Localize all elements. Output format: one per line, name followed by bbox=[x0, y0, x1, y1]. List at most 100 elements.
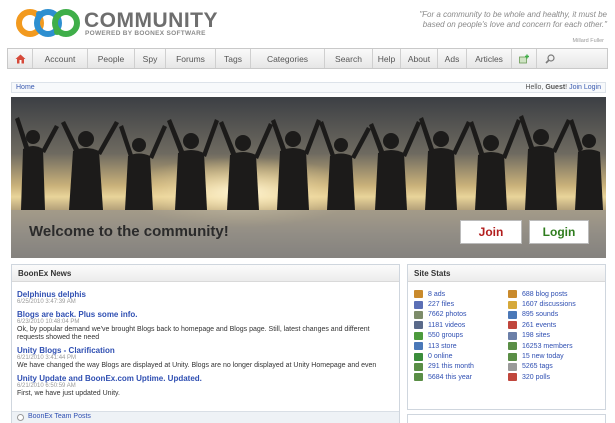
news-date: 6/25/2010 3:47:39 AM bbox=[17, 299, 76, 305]
stat-item[interactable]: 8 ads bbox=[414, 289, 474, 299]
news-title-link[interactable]: Blogs are back. Plus some info. bbox=[17, 310, 395, 319]
stat-label[interactable]: 16253 members bbox=[522, 343, 573, 350]
stat-item[interactable]: 1607 discussions bbox=[508, 299, 576, 309]
news-snippet: Ok, by popular demand we've brought Blog… bbox=[17, 326, 370, 341]
news-title-link[interactable]: Unity Update and BoonEx.com Uptime. Upda… bbox=[17, 374, 395, 383]
stat-label[interactable]: 5684 this year bbox=[428, 374, 472, 381]
stat-label[interactable]: 0 online bbox=[428, 353, 453, 360]
main-nav: Account People Spy Forums Tags Categorie… bbox=[7, 48, 608, 69]
stats-right-column: 688 blog posts 1607 discussions 895 sounds… bbox=[508, 289, 576, 383]
members-icon bbox=[508, 342, 517, 351]
stat-label[interactable]: 7662 photos bbox=[428, 311, 467, 318]
nav-tags[interactable]: Tags bbox=[216, 49, 251, 68]
nav-add[interactable] bbox=[512, 49, 537, 68]
greeting-text: Hello, bbox=[525, 84, 546, 91]
quote-author: Millard Fuller bbox=[572, 38, 604, 44]
stat-item[interactable]: 227 files bbox=[414, 299, 474, 309]
blog-icon bbox=[508, 290, 517, 299]
news-date: 6/21/2010 3:41:44 PM bbox=[17, 355, 77, 361]
nav-search-icon-button[interactable] bbox=[537, 49, 562, 68]
stat-label[interactable]: 227 files bbox=[428, 301, 454, 308]
site-stats-panel: Site Stats 8 ads 227 files 7662 photos 1181… bbox=[407, 264, 606, 410]
stat-item[interactable]: 1181 videos bbox=[414, 320, 474, 330]
stat-label[interactable]: 550 groups bbox=[428, 332, 463, 339]
nav-ads[interactable]: Ads bbox=[438, 49, 467, 68]
news-list: Delphinus delphis 6/25/2010 3:47:39 AM B… bbox=[17, 290, 395, 402]
login-button[interactable]: Login bbox=[529, 220, 589, 244]
stat-label[interactable]: 198 sites bbox=[522, 332, 550, 339]
secondary-panel bbox=[407, 414, 606, 423]
site-subtitle: POWERED BY BOONEX SOFTWARE bbox=[85, 30, 206, 37]
list-item: Unity Blogs - Clarification 6/21/2010 3:… bbox=[17, 346, 395, 370]
news-snippet: We have changed the way Blogs are displa… bbox=[17, 362, 377, 369]
stat-item[interactable]: 5684 this year bbox=[414, 372, 474, 382]
nav-search[interactable]: Search bbox=[325, 49, 373, 68]
list-item: Blogs are back. Plus some info. 6/23/201… bbox=[17, 310, 395, 342]
news-panel-title: BoonEx News bbox=[12, 265, 399, 282]
site-header: COMMUNITY POWERED BY BOONEX SOFTWARE "Fo… bbox=[0, 0, 615, 46]
stat-item[interactable]: 15 new today bbox=[508, 351, 576, 361]
community-logo-icon[interactable] bbox=[16, 6, 80, 40]
breadcrumb-home-link[interactable]: Home bbox=[16, 84, 35, 91]
list-item: Unity Update and BoonEx.com Uptime. Upda… bbox=[17, 374, 395, 398]
stat-item[interactable]: 320 polls bbox=[508, 372, 576, 382]
nav-spy[interactable]: Spy bbox=[135, 49, 166, 68]
news-date: 6/21/2010 6:50:59 AM bbox=[17, 383, 76, 389]
stat-label[interactable]: 261 events bbox=[522, 322, 556, 329]
nav-home[interactable] bbox=[8, 49, 33, 68]
boonex-team-posts-link[interactable]: BoonEx Team Posts bbox=[28, 413, 91, 420]
news-title-link[interactable]: Delphinus delphis bbox=[17, 290, 395, 299]
new-today-icon bbox=[508, 352, 517, 361]
stat-item[interactable]: 16253 members bbox=[508, 341, 576, 351]
stat-label[interactable]: 320 polls bbox=[522, 374, 550, 381]
news-date: 6/23/2010 10:48:04 PM bbox=[17, 319, 80, 325]
nav-categories[interactable]: Categories bbox=[251, 49, 325, 68]
header-quote: "For a community to be whole and healthy… bbox=[419, 10, 607, 29]
nav-about[interactable]: About bbox=[401, 49, 438, 68]
stat-label[interactable]: 15 new today bbox=[522, 353, 564, 360]
photos-icon bbox=[414, 310, 423, 319]
add-icon bbox=[518, 54, 529, 63]
stat-item[interactable]: 0 online bbox=[414, 351, 474, 361]
stat-item[interactable]: 550 groups bbox=[414, 331, 474, 341]
nav-account[interactable]: Account bbox=[33, 49, 88, 68]
stat-label[interactable]: 688 blog posts bbox=[522, 291, 568, 298]
stat-item[interactable]: 5265 tags bbox=[508, 362, 576, 372]
stats-panel-title: Site Stats bbox=[408, 265, 605, 282]
stats-left-column: 8 ads 227 files 7662 photos 1181 videos 550 … bbox=[414, 289, 474, 383]
guest-name: Guest bbox=[545, 84, 566, 91]
stat-label[interactable]: 1181 videos bbox=[428, 322, 465, 329]
events-icon bbox=[508, 321, 517, 330]
polls-icon bbox=[508, 373, 517, 382]
month-icon bbox=[414, 362, 423, 371]
nav-forums[interactable]: Forums bbox=[166, 49, 216, 68]
stat-label[interactable]: 895 sounds bbox=[522, 311, 558, 318]
header-join-link[interactable]: Join bbox=[569, 84, 582, 91]
stat-label[interactable]: 1607 discussions bbox=[522, 301, 576, 308]
stat-item[interactable]: 7662 photos bbox=[414, 310, 474, 320]
discussions-icon bbox=[508, 300, 517, 309]
arrow-right-icon bbox=[17, 414, 24, 421]
nav-help[interactable]: Help bbox=[373, 49, 401, 68]
search-icon bbox=[544, 53, 555, 64]
nav-people[interactable]: People bbox=[88, 49, 135, 68]
files-icon bbox=[414, 300, 423, 309]
stat-item[interactable]: 261 events bbox=[508, 320, 576, 330]
stat-item[interactable]: 291 this month bbox=[414, 362, 474, 372]
stat-item[interactable]: 895 sounds bbox=[508, 310, 576, 320]
sounds-icon bbox=[508, 310, 517, 319]
news-title-link[interactable]: Unity Blogs - Clarification bbox=[17, 346, 395, 355]
stat-item[interactable]: 688 blog posts bbox=[508, 289, 576, 299]
stat-label[interactable]: 291 this month bbox=[428, 363, 474, 370]
home-icon bbox=[15, 54, 25, 63]
stat-item[interactable]: 113 store bbox=[414, 341, 474, 351]
header-login-link[interactable]: Login bbox=[584, 84, 601, 91]
user-greeting: Hello, Guest! Join Login bbox=[525, 84, 601, 91]
join-button[interactable]: Join bbox=[460, 220, 522, 244]
nav-articles[interactable]: Articles bbox=[467, 49, 512, 68]
stat-item[interactable]: 198 sites bbox=[508, 331, 576, 341]
stat-label[interactable]: 8 ads bbox=[428, 291, 445, 298]
stat-label[interactable]: 113 store bbox=[428, 343, 457, 350]
year-icon bbox=[414, 373, 423, 382]
stat-label[interactable]: 5265 tags bbox=[522, 363, 553, 370]
